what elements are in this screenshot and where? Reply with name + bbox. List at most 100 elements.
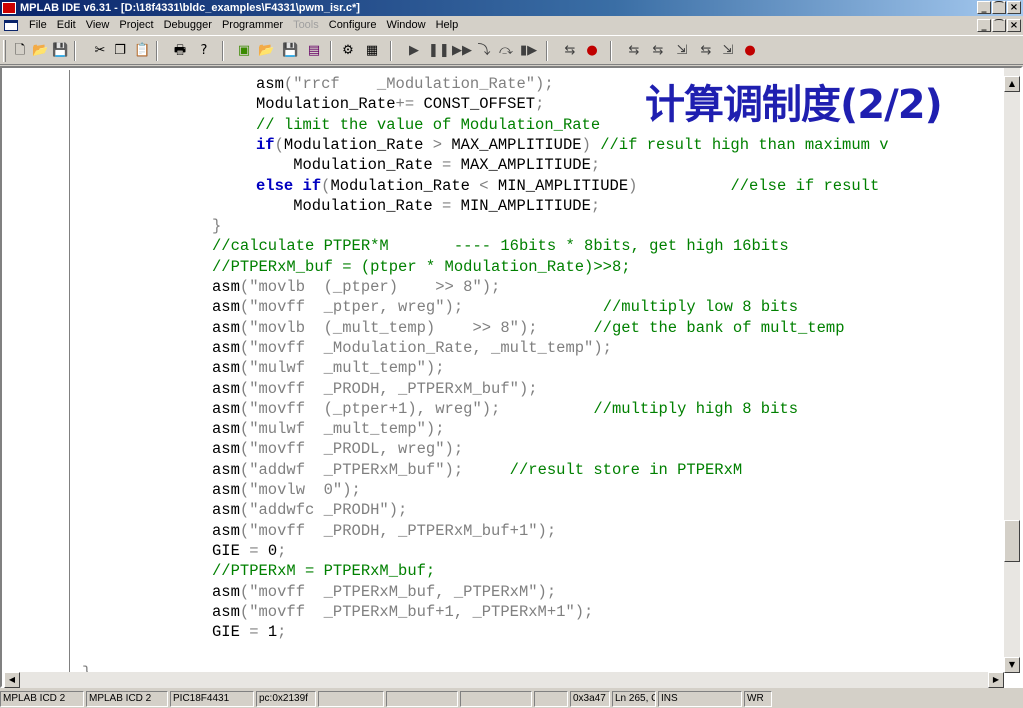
code-line[interactable]: asm("movff _Modulation_Rate, _mult_temp"…: [212, 338, 612, 358]
build-icon[interactable]: ⚙: [340, 43, 356, 59]
close-button[interactable]: ×: [1007, 1, 1021, 14]
restore-button[interactable]: ͡: [992, 1, 1006, 14]
code-token: //get the bank of mult_temp: [593, 318, 845, 337]
menu-project[interactable]: Project: [114, 16, 158, 35]
scroll-down-button[interactable]: ▼: [1004, 657, 1020, 673]
run-icon[interactable]: ▶: [406, 43, 422, 59]
code-line[interactable]: //PTPERxM_buf = (ptper * Modulation_Rate…: [212, 257, 631, 277]
build-options-icon[interactable]: ▤: [306, 43, 322, 59]
vertical-scroll-thumb[interactable]: [1004, 520, 1020, 562]
code-line[interactable]: asm("addwfc _PRODH");: [212, 500, 407, 520]
code-area[interactable]: asm("rrcf _Modulation_Rate"); Modulation_…: [74, 70, 1004, 674]
code-line[interactable]: asm("movlb (_mult_temp) >> 8"); //get th…: [212, 318, 845, 338]
print-icon[interactable]: 🖶: [172, 43, 188, 59]
new-project-icon[interactable]: ▣: [236, 43, 252, 59]
title-bar: MPLAB IDE v6.31 - [D:\18f4331\bldc_examp…: [0, 0, 1023, 16]
new-file-icon[interactable]: 🗋: [12, 43, 28, 59]
code-line[interactable]: asm("mulwf _mult_temp");: [212, 419, 445, 439]
code-line[interactable]: // limit the value of Modulation_Rate: [256, 115, 600, 135]
code-line[interactable]: Modulation_Rate = MAX_AMPLITIUDE;: [256, 155, 600, 175]
code-line[interactable]: asm("movlb (_ptper) >> 8");: [212, 277, 500, 297]
cut-icon[interactable]: ✂: [92, 43, 108, 59]
minimize-button[interactable]: _: [977, 1, 991, 14]
programmer-icon-3[interactable]: ⇲: [674, 43, 690, 59]
scroll-up-button[interactable]: ▲: [1004, 76, 1020, 92]
menu-configure[interactable]: Configure: [324, 16, 382, 35]
save-project-icon[interactable]: 💾: [282, 43, 298, 59]
code-line[interactable]: }: [212, 216, 221, 236]
doc-minimize-button[interactable]: _: [977, 19, 991, 32]
code-token: ("movlw 0");: [239, 481, 361, 499]
open-project-icon[interactable]: 📂: [258, 43, 274, 59]
scroll-left-button[interactable]: ◀: [4, 672, 20, 688]
make-icon[interactable]: ▦: [364, 43, 380, 59]
menu-programmer[interactable]: Programmer: [217, 16, 288, 35]
code-line[interactable]: GIE = 1;: [212, 622, 286, 642]
document-window-icon[interactable]: [4, 20, 18, 31]
vertical-scrollbar[interactable]: ▲ ▼: [1004, 68, 1020, 673]
programmer-target-icon[interactable]: ●: [742, 43, 758, 59]
code-line[interactable]: GIE = 0;: [212, 541, 286, 561]
source-editor[interactable]: asm("rrcf _Modulation_Rate"); Modulation_…: [0, 66, 1023, 688]
status-bar: MPLAB ICD 2 MPLAB ICD 2 PIC18F4431 pc:0x213…: [0, 690, 1023, 708]
toolbar-separator: [74, 41, 76, 61]
code-token: Modulation_Rate: [283, 135, 433, 154]
code-line[interactable]: asm("addwf _PTPERxM_buf"); //result stor…: [212, 460, 742, 480]
step-over-icon[interactable]: ⤼: [498, 43, 514, 59]
step-into-icon[interactable]: ⤵: [476, 43, 492, 59]
scroll-right-button[interactable]: ▶: [988, 672, 1004, 688]
programmer-icon-5[interactable]: ⇲: [720, 43, 736, 59]
code-line[interactable]: asm("movff _PTPERxM_buf+1, _PTPERxM+1");: [212, 602, 593, 622]
line-gutter[interactable]: [4, 70, 70, 674]
code-line[interactable]: Modulation_Rate+= CONST_OFFSET;: [256, 94, 544, 114]
code-token: //multiply low 8 bits: [602, 298, 799, 317]
code-line[interactable]: if(Modulation_Rate > MAX_AMPLITIUDE) //i…: [256, 135, 889, 155]
code-line[interactable]: Modulation_Rate = MIN_AMPLITIUDE;: [256, 196, 600, 216]
menu-view[interactable]: View: [81, 16, 115, 35]
menu-edit[interactable]: Edit: [52, 16, 81, 35]
toolbar-separator: [546, 41, 548, 61]
code-token: ("mulwf _mult_temp");: [239, 359, 445, 378]
program-device-icon[interactable]: ●: [584, 43, 600, 59]
code-token: asm: [212, 379, 240, 398]
programmer-icon-2[interactable]: ⇆: [650, 43, 666, 59]
menu-debugger[interactable]: Debugger: [159, 16, 217, 35]
toolbar-separator: [222, 41, 224, 61]
help-icon[interactable]: ?: [196, 43, 212, 59]
code-token: MAX_AMPLITIUDE: [451, 156, 591, 175]
code-token: Modulation_Rate: [256, 156, 443, 175]
animate-icon[interactable]: ▶▶: [452, 43, 472, 59]
code-line[interactable]: asm("rrcf _Modulation_Rate");: [256, 74, 554, 94]
horizontal-scrollbar[interactable]: ◀ ▶: [4, 672, 1004, 688]
code-line[interactable]: asm("movff _ptper, wreg"); //multiply lo…: [212, 297, 798, 317]
code-line[interactable]: //PTPERxM = PTPERxM_buf;: [212, 561, 435, 581]
programmer-icon-4[interactable]: ⇆: [698, 43, 714, 59]
copy-icon[interactable]: ❐: [112, 43, 128, 59]
debugger-target-icon[interactable]: ⇆: [562, 43, 578, 59]
programmer-icon-1[interactable]: ⇆: [626, 43, 642, 59]
reset-icon[interactable]: ▮▶: [520, 43, 537, 59]
menu-tools[interactable]: Tools: [288, 16, 324, 35]
code-line[interactable]: asm("movff _PRODL, wreg");: [212, 439, 463, 459]
code-line[interactable]: asm("movlw 0");: [212, 480, 361, 500]
halt-icon[interactable]: ❚❚: [428, 43, 450, 59]
code-line[interactable]: asm("mulwf _mult_temp");: [212, 358, 445, 378]
code-token: //result store in PTPERxM: [509, 460, 743, 479]
code-token: MAX_AMPLITIUDE: [442, 135, 582, 154]
code-line[interactable]: //calculate PTPER*M ---- 16bits * 8bits,…: [212, 236, 789, 256]
menu-window[interactable]: Window: [381, 16, 430, 35]
code-line[interactable]: asm("movff _PRODH, _PTPERxM_buf+1");: [212, 521, 556, 541]
open-file-icon[interactable]: 📂: [32, 43, 48, 59]
toolbar-grip[interactable]: [3, 40, 6, 62]
save-icon[interactable]: 💾: [52, 43, 68, 59]
menu-help[interactable]: Help: [431, 16, 464, 35]
doc-close-button[interactable]: ×: [1007, 19, 1021, 32]
code-line[interactable]: asm("movff _PTPERxM_buf, _PTPERxM");: [212, 582, 556, 602]
paste-icon[interactable]: 📋: [134, 43, 150, 59]
code-line[interactable]: else if(Modulation_Rate < MIN_AMPLITIUDE…: [256, 176, 879, 196]
code-line[interactable]: asm("movff (_ptper+1), wreg"); //multipl…: [212, 399, 798, 419]
menu-file[interactable]: File: [24, 16, 52, 35]
code-line[interactable]: asm("movff _PRODH, _PTPERxM_buf");: [212, 379, 538, 399]
doc-restore-button[interactable]: ͡: [992, 19, 1006, 32]
